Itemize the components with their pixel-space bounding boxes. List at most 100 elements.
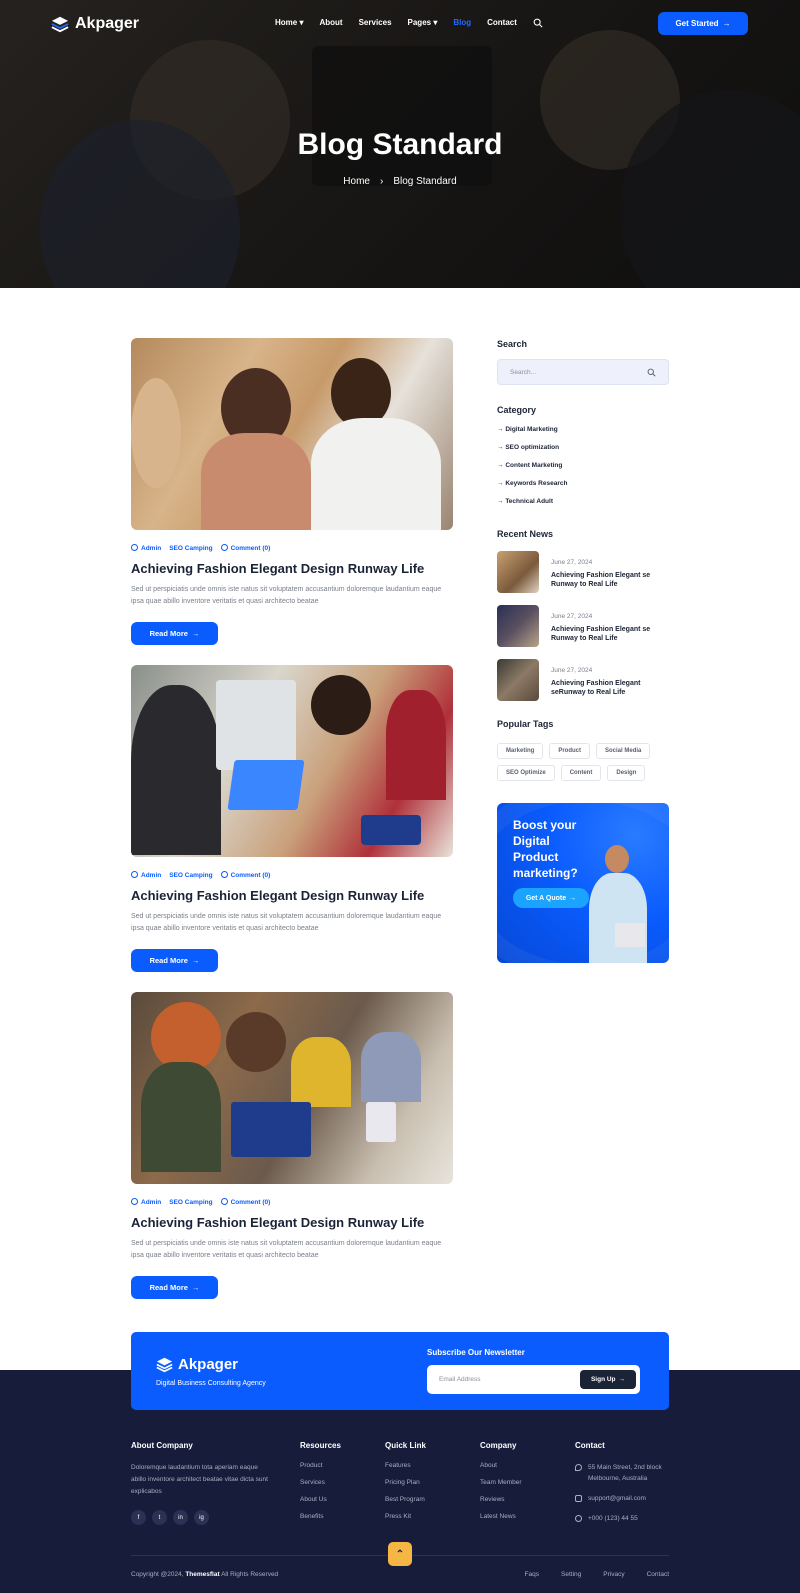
news-title[interactable]: Achieving Fashion Elegant se Runway to R… — [551, 571, 661, 589]
footer-link[interactable]: Latest News — [480, 1513, 522, 1520]
contact-address-text: 55 Main Street, 2nd block Melbourne, Aus… — [588, 1464, 662, 1482]
blog-post: Admin SEO Camping Comment (0) Achieving … — [131, 992, 453, 1299]
news-thumbnail[interactable] — [497, 551, 539, 593]
post-title[interactable]: Achieving Fashion Elegant Design Runway … — [131, 1215, 453, 1230]
twitter-icon[interactable]: t — [152, 1510, 167, 1525]
comment-icon — [220, 871, 228, 878]
newsletter-email-field[interactable]: Email Address Sign Up → — [427, 1365, 640, 1394]
news-title[interactable]: Achieving Fashion Elegant seRunway to Re… — [551, 679, 661, 697]
search-icon[interactable] — [533, 18, 543, 28]
arrow-right-icon: → — [497, 480, 504, 487]
read-more-button[interactable]: Read More → — [131, 949, 218, 972]
chevron-right-icon: › — [379, 176, 384, 187]
tag-item[interactable]: Content — [560, 765, 602, 781]
nav-blog[interactable]: Blog — [453, 18, 471, 28]
category-item[interactable]: → Digital Marketing — [497, 426, 669, 433]
tag-item[interactable]: Marketing — [497, 743, 544, 759]
contact-phone[interactable]: +000 (123) 44 55 — [575, 1513, 669, 1524]
nav-contact[interactable]: Contact — [487, 18, 517, 28]
footer-link[interactable]: About — [480, 1462, 522, 1469]
news-thumbnail[interactable] — [497, 659, 539, 701]
post-author[interactable]: Admin — [131, 544, 161, 552]
post-comments[interactable]: Comment (0) — [220, 544, 271, 552]
footer-link[interactable]: Services — [300, 1479, 341, 1486]
tag-item[interactable]: Product — [549, 743, 591, 759]
contact-phone-text: +000 (123) 44 55 — [588, 1515, 638, 1522]
post-comments[interactable]: Comment (0) — [220, 871, 270, 879]
category-item[interactable]: → Keywords Research — [497, 480, 669, 487]
category-label: SEO optimization — [505, 444, 560, 451]
breadcrumb-home[interactable]: Home — [343, 176, 370, 187]
post-meta: Admin SEO Camping Comment (0) — [131, 544, 453, 552]
nav-home[interactable]: Home ▾ — [275, 18, 303, 28]
footer-link[interactable]: Best Program — [385, 1496, 426, 1503]
footer-link[interactable]: Product — [300, 1462, 341, 1469]
nav-pages[interactable]: Pages ▾ — [408, 18, 438, 28]
footer-link[interactable]: About Us — [300, 1496, 341, 1503]
copyright-prefix: Copyright @2024, — [131, 1571, 184, 1578]
tag-item[interactable]: Design — [607, 765, 646, 781]
post-category[interactable]: SEO Camping — [169, 1199, 212, 1206]
post-title[interactable]: Achieving Fashion Elegant Design Runway … — [131, 561, 453, 576]
post-comments-label: Comment (0) — [230, 545, 271, 552]
footer-link[interactable]: Pricing Plan — [385, 1479, 426, 1486]
post-category[interactable]: SEO Camping — [169, 545, 212, 552]
footer-company-title: Company — [480, 1441, 517, 1450]
get-quote-button[interactable]: Get A Quote → — [513, 888, 589, 908]
footer-link[interactable]: Features — [385, 1462, 426, 1469]
linkedin-icon[interactable]: in — [173, 1510, 188, 1525]
chevron-down-icon: ▾ — [299, 18, 304, 27]
category-label: Content Marketing — [505, 462, 563, 469]
read-more-button[interactable]: Read More → — [131, 1276, 218, 1299]
copyright-brand[interactable]: Themesflat — [185, 1571, 219, 1578]
post-comments[interactable]: Comment (0) — [220, 1198, 270, 1206]
location-pin-icon — [575, 1464, 582, 1471]
post-category[interactable]: SEO Camping — [169, 872, 212, 879]
footer-resources: Resources Product Services About Us Bene… — [300, 1441, 341, 1530]
arrow-right-icon: → — [191, 956, 200, 965]
post-image[interactable] — [131, 665, 453, 857]
sign-up-button[interactable]: Sign Up → — [580, 1370, 636, 1389]
read-more-button[interactable]: Read More → — [131, 622, 218, 645]
site-logo[interactable]: Akpager — [51, 15, 139, 33]
contact-email[interactable]: support@gmail.com — [575, 1493, 669, 1504]
recent-news-item[interactable]: June 27, 2024 Achieving Fashion Elegant s… — [497, 605, 669, 647]
instagram-icon[interactable]: ig — [194, 1510, 209, 1525]
arrow-right-icon: → — [722, 19, 731, 28]
category-item[interactable]: → SEO optimization — [497, 444, 669, 451]
nav-about[interactable]: About — [319, 18, 342, 28]
recent-news-item[interactable]: June 27, 2024 Achieving Fashion Elegant s… — [497, 551, 669, 593]
photo-person-shape — [131, 685, 221, 855]
bottom-link-faqs[interactable]: Faqs — [525, 1571, 539, 1578]
footer-link[interactable]: Reviews — [480, 1496, 522, 1503]
footer-logo[interactable]: Akpager — [156, 1356, 238, 1373]
footer-link[interactable]: Press Kit — [385, 1513, 426, 1520]
bottom-link-setting[interactable]: Setting — [561, 1571, 581, 1578]
footer-link[interactable]: Benefits — [300, 1513, 341, 1520]
footer-link[interactable]: Team Member — [480, 1479, 522, 1486]
tag-item[interactable]: SEO Optimize — [497, 765, 555, 781]
category-item[interactable]: → Technical Adult — [497, 498, 669, 505]
bottom-link-privacy[interactable]: Privacy — [603, 1571, 624, 1578]
category-item[interactable]: → Content Marketing — [497, 462, 669, 469]
search-icon[interactable] — [647, 368, 656, 377]
news-thumbnail[interactable] — [497, 605, 539, 647]
recent-news-item[interactable]: June 27, 2024 Achieving Fashion Elegant s… — [497, 659, 669, 701]
get-started-button[interactable]: Get Started → — [658, 12, 748, 35]
post-image[interactable] — [131, 992, 453, 1184]
scroll-to-top-button[interactable]: ⌃ — [388, 1542, 412, 1566]
footer-quick-title: Quick Link — [385, 1441, 426, 1450]
post-author[interactable]: Admin — [131, 1198, 161, 1206]
nav-services[interactable]: Services — [359, 18, 392, 28]
read-more-label: Read More — [149, 956, 188, 965]
bottom-link-contact[interactable]: Contact — [647, 1571, 669, 1578]
post-image[interactable] — [131, 338, 453, 530]
footer-brand-name: Akpager — [178, 1356, 239, 1373]
sidebar-search-input[interactable]: Search... — [497, 359, 669, 385]
post-author[interactable]: Admin — [131, 871, 161, 879]
facebook-icon[interactable]: f — [131, 1510, 146, 1525]
tag-item[interactable]: Social Media — [596, 743, 651, 759]
post-title[interactable]: Achieving Fashion Elegant Design Runway … — [131, 888, 453, 903]
news-title[interactable]: Achieving Fashion Elegant se Runway to R… — [551, 625, 661, 643]
nav-home-label: Home — [275, 18, 298, 27]
